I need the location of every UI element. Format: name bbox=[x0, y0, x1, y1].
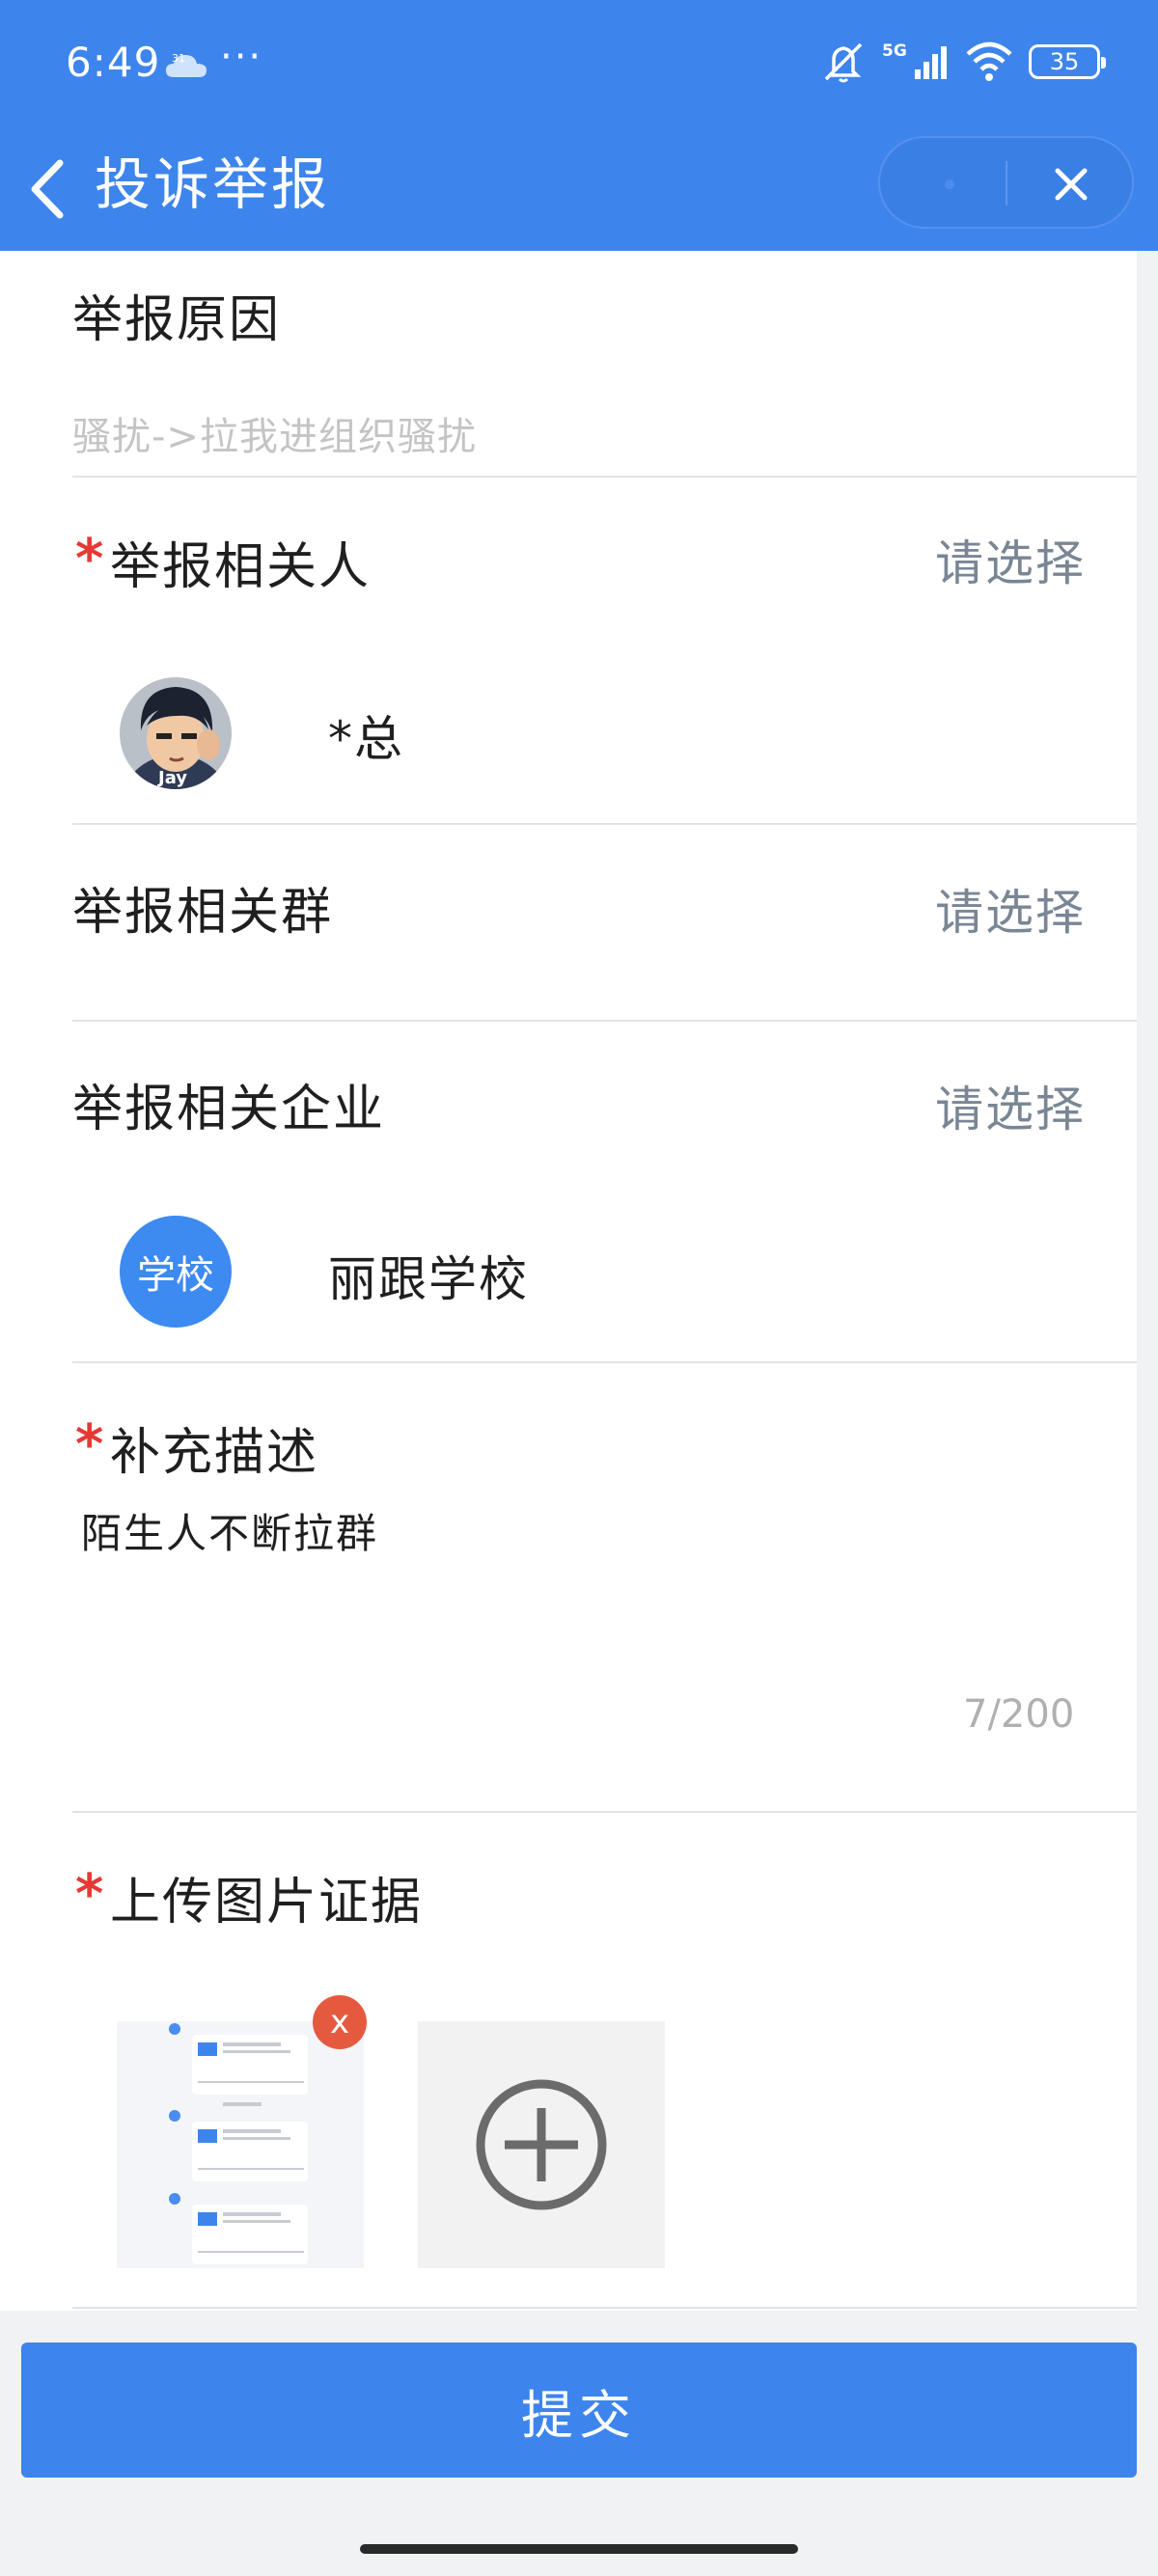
person-select-button[interactable]: 请选择 bbox=[935, 533, 1086, 594]
person-avatar: Jay bbox=[120, 677, 232, 789]
mini-program-capsule bbox=[878, 136, 1134, 229]
svg-text:31: 31 bbox=[172, 52, 185, 65]
status-more-icon: ··· bbox=[220, 35, 263, 79]
company-avatar: 学校 bbox=[120, 1216, 232, 1328]
plus-circle-icon bbox=[476, 2079, 607, 2210]
wifi-icon bbox=[966, 41, 1012, 81]
battery-level: 35 bbox=[1049, 48, 1080, 75]
capsule-menu-icon[interactable] bbox=[930, 167, 969, 202]
home-indicator[interactable] bbox=[360, 2544, 798, 2554]
divider bbox=[72, 1020, 1137, 1022]
weather-icon: 31 bbox=[166, 52, 207, 77]
group-select-button[interactable]: 请选择 bbox=[935, 882, 1086, 944]
divider bbox=[72, 1811, 1137, 1813]
required-mark: * bbox=[75, 528, 104, 590]
group-label: 举报相关群 bbox=[72, 884, 334, 942]
signal-icon: 5G bbox=[882, 41, 947, 79]
divider bbox=[72, 1361, 1137, 1363]
battery-icon: 35 bbox=[1029, 44, 1106, 79]
company-name: 丽跟学校 bbox=[328, 1251, 529, 1307]
description-textarea[interactable]: 陌生人不断拉群 bbox=[81, 1501, 378, 1560]
app-header: 6:49 31 ··· 5G 35 投诉举报 bbox=[0, 0, 1158, 251]
divider bbox=[72, 823, 1137, 825]
close-icon[interactable] bbox=[1052, 165, 1090, 204]
required-mark: * bbox=[75, 1863, 104, 1926]
status-icons: 5G 35 bbox=[820, 41, 1106, 83]
person-label: 举报相关人 bbox=[110, 538, 372, 596]
description-label: 补充描述 bbox=[110, 1424, 319, 1482]
description-counter: 7/200 bbox=[963, 1692, 1075, 1737]
reason-label: 举报原因 bbox=[72, 291, 282, 349]
page-title: 投诉举报 bbox=[95, 151, 331, 217]
status-bar: 6:49 31 ··· 5G 35 bbox=[0, 0, 1158, 130]
report-form: 举报原因 骚扰->拉我进组织骚扰 * 举报相关人 请选择 Jay *总 举报相关… bbox=[0, 251, 1137, 2311]
svg-text:5G: 5G bbox=[882, 41, 907, 61]
nav-bar: 投诉举报 bbox=[0, 130, 1158, 251]
capsule-divider bbox=[1006, 161, 1007, 206]
company-label: 举报相关企业 bbox=[72, 1081, 386, 1138]
divider bbox=[72, 2307, 1137, 2309]
mute-icon bbox=[824, 42, 863, 83]
back-icon[interactable] bbox=[25, 155, 73, 223]
person-name: *总 bbox=[328, 711, 404, 767]
required-mark: * bbox=[75, 1413, 104, 1476]
status-time: 6:49 bbox=[66, 39, 161, 86]
delete-image-button[interactable]: x bbox=[313, 1995, 367, 2049]
evidence-label: 上传图片证据 bbox=[110, 1874, 424, 1932]
divider bbox=[72, 476, 1137, 478]
submit-button[interactable]: 提交 bbox=[21, 2343, 1137, 2478]
add-image-button[interactable] bbox=[418, 2021, 665, 2268]
svg-text:Jay: Jay bbox=[156, 768, 187, 788]
reason-value: 骚扰->拉我进组织骚扰 bbox=[72, 415, 477, 459]
evidence-thumbnail[interactable] bbox=[117, 2021, 364, 2268]
company-select-button[interactable]: 请选择 bbox=[935, 1079, 1086, 1140]
